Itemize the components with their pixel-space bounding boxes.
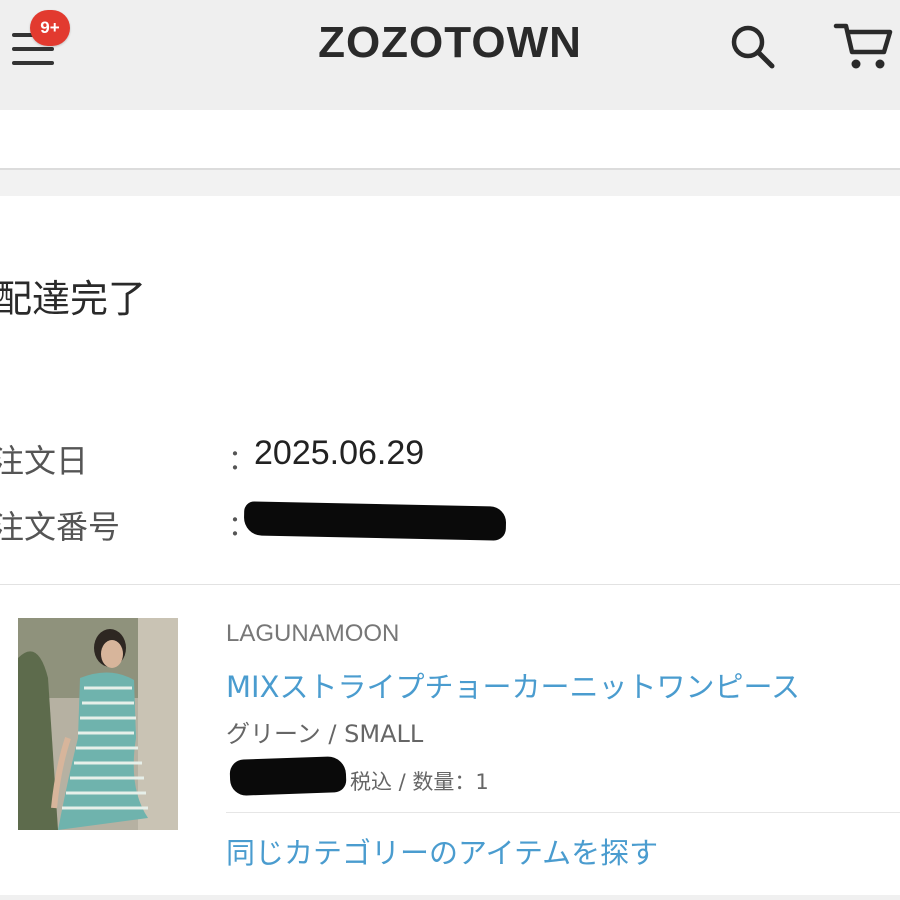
redacted-order-number bbox=[243, 501, 507, 541]
product-variant: グリーン / SMALL bbox=[226, 720, 424, 748]
delivery-status: 配達完了 bbox=[0, 277, 147, 321]
cart-button[interactable] bbox=[832, 18, 894, 74]
order-date-label: 注文日 bbox=[0, 442, 89, 480]
order-date-value: 2025.06.29 bbox=[254, 434, 425, 472]
brand-name[interactable]: LAGUNAMOON bbox=[226, 620, 399, 648]
app-header: 9+ ZOZOTOWN bbox=[0, 0, 900, 110]
redacted-price bbox=[229, 755, 347, 797]
bottom-band bbox=[0, 895, 900, 900]
cart-icon bbox=[833, 23, 893, 69]
divider bbox=[0, 584, 900, 585]
sub-header-bar bbox=[0, 110, 900, 168]
product-photo bbox=[18, 618, 178, 830]
price-tax-quantity: 税込 / 数量：1 bbox=[350, 770, 489, 794]
section-gap bbox=[0, 170, 900, 196]
search-icon bbox=[731, 25, 775, 69]
order-number-label: 注文番号 bbox=[0, 508, 121, 546]
similar-items-link[interactable]: 同じカテゴリーのアイテムを探す bbox=[226, 830, 658, 872]
product-name-link[interactable]: MIXストライプチョーカーニットワンピース bbox=[226, 664, 800, 706]
divider bbox=[226, 812, 900, 813]
search-button[interactable] bbox=[728, 22, 778, 72]
order-date-colon: ： bbox=[228, 443, 257, 476]
product-thumbnail[interactable] bbox=[18, 618, 178, 830]
